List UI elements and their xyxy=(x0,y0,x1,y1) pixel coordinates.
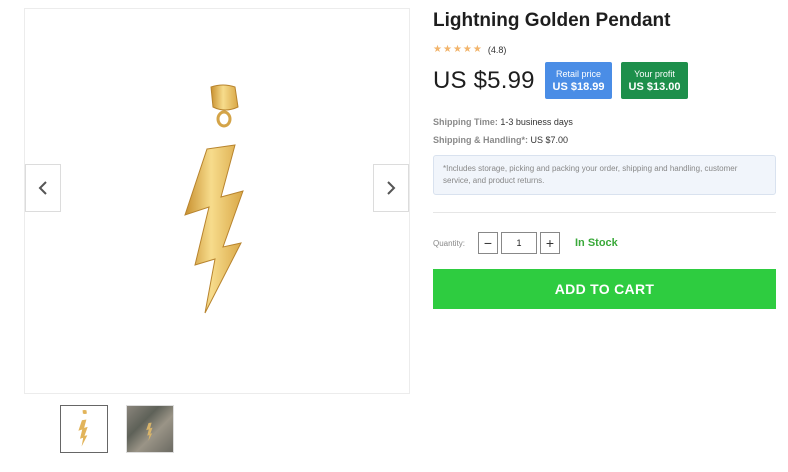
previous-image-button[interactable] xyxy=(25,164,61,212)
rating-value: (4.8) xyxy=(487,45,507,55)
add-to-cart-button[interactable]: ADD TO CART xyxy=(433,269,776,309)
chevron-right-icon xyxy=(387,181,396,195)
retail-price-label: Retail price xyxy=(555,68,602,79)
shipping-handling-label: Shipping & Handling*: xyxy=(433,135,528,145)
chevron-left-icon xyxy=(38,181,47,195)
rating-stars: ★ ★ ★ ★ ★ xyxy=(433,45,482,55)
shipping-handling-value: US $7.00 xyxy=(530,135,569,145)
thumbnail-strip xyxy=(60,405,174,453)
quantity-label: Quantity: xyxy=(433,238,466,248)
product-title: Lightning Golden Pendant xyxy=(433,10,671,31)
star-icon: ★ xyxy=(462,44,472,55)
product-price: US $5.99 xyxy=(433,66,535,94)
thumbnail-lifestyle[interactable] xyxy=(126,405,174,453)
star-icon: ★ xyxy=(452,44,462,55)
profit-badge: Your profit US $13.00 xyxy=(621,62,688,99)
product-info: Lightning Golden Pendant ★ ★ ★ ★ ★ (4.8)… xyxy=(433,10,778,309)
shipping-time-value: 1-3 business days xyxy=(500,117,573,127)
shipping-time-label: Shipping Time: xyxy=(433,117,498,127)
pendant-worn-thumbnail-image xyxy=(146,422,153,441)
divider xyxy=(433,212,776,213)
shipping-time-row: Shipping Time: 1-3 business days xyxy=(433,116,778,128)
product-main-image xyxy=(24,8,410,394)
thumbnail-pendant[interactable] xyxy=(60,405,108,453)
stock-status: In Stock xyxy=(575,237,618,249)
shipping-handling-row: Shipping & Handling*: US $7.00 xyxy=(433,134,778,146)
star-icon: ★ xyxy=(472,44,482,55)
retail-price-badge: Retail price US $18.99 xyxy=(545,62,612,99)
product-rating: ★ ★ ★ ★ ★ (4.8) xyxy=(433,44,778,56)
quantity-decrease-button[interactable]: − xyxy=(478,232,498,254)
star-icon: ★ xyxy=(433,44,442,55)
profit-value: US $13.00 xyxy=(628,80,681,93)
profit-label: Your profit xyxy=(634,68,675,79)
next-image-button[interactable] xyxy=(373,164,409,212)
pendant-image xyxy=(184,84,244,314)
shipping-note: *Includes storage, picking and packing y… xyxy=(433,155,776,195)
price-row: US $5.99 Retail price US $18.99 Your pro… xyxy=(433,62,778,99)
quantity-input[interactable] xyxy=(501,232,537,254)
pendant-thumbnail-image xyxy=(78,409,88,447)
quantity-row: Quantity: − + In Stock xyxy=(433,232,778,254)
quantity-increase-button[interactable]: + xyxy=(540,232,560,254)
star-icon: ★ xyxy=(442,44,452,55)
retail-price-value: US $18.99 xyxy=(552,80,605,93)
shipping-info: Shipping Time: 1-3 business days Shippin… xyxy=(433,116,778,146)
